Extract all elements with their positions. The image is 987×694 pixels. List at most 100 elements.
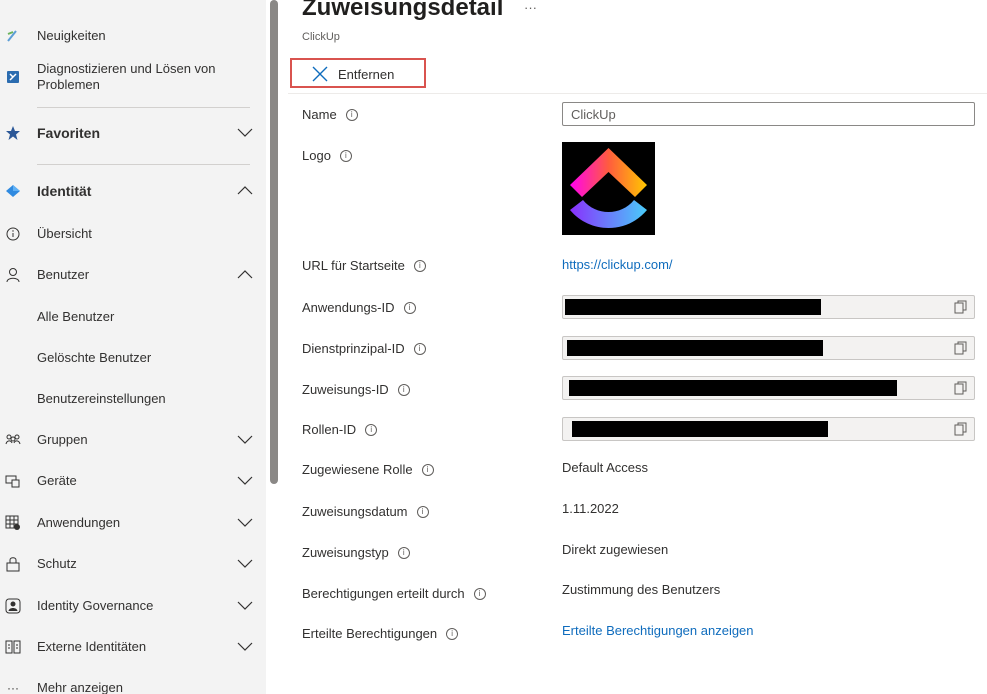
assigned-role-label-text: Zugewiesene Rolle <box>302 462 413 477</box>
assignment-id-label: Zuweisungs-ID i <box>302 382 410 397</box>
copy-icon[interactable] <box>954 341 968 355</box>
remove-button[interactable]: Entfernen <box>290 58 426 88</box>
sidebar-item-devices[interactable]: Geräte <box>0 472 266 490</box>
sidebar-item-external-identities[interactable]: Externe Identitäten <box>0 638 266 656</box>
redacted-value <box>567 340 823 356</box>
service-principal-id-label: Dienstprinzipal-ID i <box>302 341 426 356</box>
info-icon[interactable]: i <box>413 259 426 272</box>
redacted-value <box>565 299 821 315</box>
info-icon[interactable]: i <box>421 463 434 476</box>
redacted-value <box>569 380 897 396</box>
chevron-down-icon[interactable] <box>236 597 254 615</box>
assignment-date-label-text: Zuweisungsdatum <box>302 504 408 519</box>
chevron-down-icon[interactable] <box>236 514 254 532</box>
info-icon[interactable]: i <box>397 546 410 559</box>
sidebar-item-label: Geräte <box>37 473 77 488</box>
sidebar-item-label: Favoriten <box>37 125 101 141</box>
star-icon <box>4 124 22 142</box>
granted-by-label: Berechtigungen erteilt durch i <box>302 586 486 601</box>
copy-icon[interactable] <box>954 422 968 436</box>
sidebar-item-label: Anwendungen <box>37 515 121 530</box>
sidebar-item-label: Identität <box>37 183 92 199</box>
info-icon[interactable]: i <box>416 505 429 518</box>
sidebar-item-label: Diagnostizieren und Lösen von Problemen <box>37 61 216 93</box>
sidebar-item-show-more[interactable]: ··· Mehr anzeigen <box>0 679 266 694</box>
homepage-url-label: URL für Startseite i <box>302 258 426 273</box>
news-icon <box>4 27 22 45</box>
assigned-role-label: Zugewiesene Rolle i <box>302 462 434 477</box>
service-principal-id-field[interactable] <box>562 336 975 360</box>
info-icon[interactable]: i <box>365 423 378 436</box>
info-icon <box>4 225 22 243</box>
more-options-button[interactable]: ··· <box>524 0 537 15</box>
sidebar-item-label: Gruppen <box>37 432 88 447</box>
application-id-field[interactable] <box>562 295 975 319</box>
remove-button-label: Entfernen <box>338 67 395 82</box>
page-title: Zuweisungsdetail <box>302 0 504 21</box>
sidebar-item-groups[interactable]: Gruppen <box>0 431 266 449</box>
sidebar-scrollbar[interactable] <box>270 0 278 484</box>
sidebar-item-users[interactable]: Benutzer <box>0 266 266 284</box>
info-icon[interactable]: i <box>403 301 416 314</box>
homepage-url-label-text: URL für Startseite <box>302 258 405 273</box>
assignment-date-label: Zuweisungsdatum i <box>302 504 429 519</box>
assignment-id-label-text: Zuweisungs-ID <box>302 382 389 397</box>
logo-label-text: Logo <box>302 148 331 163</box>
copy-icon[interactable] <box>954 300 968 314</box>
chevron-up-icon[interactable] <box>236 266 254 284</box>
info-icon[interactable]: i <box>473 587 486 600</box>
granted-permissions-label: Erteilte Berechtigungen i <box>302 626 459 641</box>
chevron-up-icon[interactable] <box>236 182 254 200</box>
assigned-role-value: Default Access <box>562 460 648 475</box>
sidebar-item-identity-governance[interactable]: Identity Governance <box>0 597 266 615</box>
chevron-down-icon[interactable] <box>236 472 254 490</box>
assignment-id-field[interactable] <box>562 376 975 400</box>
sidebar-item-diagnose[interactable]: Diagnostizieren und Lösen von Problemen <box>0 60 266 94</box>
sidebar-item-label: Mehr anzeigen <box>37 680 123 694</box>
app-logo <box>562 142 655 235</box>
sidebar-item-identity[interactable]: Identität <box>0 182 266 200</box>
view-permissions-link[interactable]: Erteilte Berechtigungen anzeigen <box>562 623 754 638</box>
sidebar-item-deleted-users[interactable]: Gelöschte Benutzer <box>0 349 266 367</box>
name-label: Name i <box>302 107 358 122</box>
role-id-field[interactable] <box>562 417 975 441</box>
sidebar-item-label: Übersicht <box>37 226 92 241</box>
sidebar-item-label-line2: Problemen <box>37 77 100 92</box>
close-icon <box>312 66 328 82</box>
sidebar-item-user-settings[interactable]: Benutzereinstellungen <box>0 390 266 408</box>
name-field[interactable] <box>562 102 975 126</box>
info-icon[interactable]: i <box>339 149 352 162</box>
homepage-url-link[interactable]: https://clickup.com/ <box>562 257 673 272</box>
sidebar-item-label: Schutz <box>37 556 77 571</box>
sidebar-divider <box>37 164 250 165</box>
chevron-down-icon[interactable] <box>236 124 254 142</box>
sidebar-item-protection[interactable]: Schutz <box>0 555 266 573</box>
devices-icon <box>4 472 22 490</box>
copy-icon[interactable] <box>954 381 968 395</box>
application-id-label: Anwendungs-ID i <box>302 300 416 315</box>
sidebar-item-label: Identity Governance <box>37 598 154 613</box>
name-label-text: Name <box>302 107 337 122</box>
sidebar-item-favorites[interactable]: Favoriten <box>0 124 266 142</box>
sidebar-item-all-users[interactable]: Alle Benutzer <box>0 308 266 326</box>
chevron-down-icon[interactable] <box>236 638 254 656</box>
chevron-down-icon[interactable] <box>236 431 254 449</box>
sidebar-item-label: Gelöschte Benutzer <box>37 350 152 365</box>
info-icon[interactable]: i <box>397 383 410 396</box>
info-icon[interactable]: i <box>413 342 426 355</box>
chevron-down-icon[interactable] <box>236 555 254 573</box>
sidebar-item-label: Alle Benutzer <box>37 309 115 324</box>
role-id-label-text: Rollen-ID <box>302 422 357 437</box>
info-icon[interactable]: i <box>345 108 358 121</box>
application-id-label-text: Anwendungs-ID <box>302 300 395 315</box>
info-icon[interactable]: i <box>446 627 459 640</box>
service-principal-id-label-text: Dienstprinzipal-ID <box>302 341 405 356</box>
granted-by-value: Zustimmung des Benutzers <box>562 582 721 597</box>
sidebar-item-overview[interactable]: Übersicht <box>0 225 266 243</box>
sidebar-item-applications[interactable]: Anwendungen <box>0 514 266 532</box>
assignment-type-label-text: Zuweisungstyp <box>302 545 389 560</box>
sidebar-item-news[interactable]: Neuigkeiten <box>0 27 266 45</box>
sidebar-item-label-line1: Diagnostizieren und Lösen von <box>37 61 216 76</box>
external-identities-icon <box>4 638 22 656</box>
groups-icon <box>4 431 22 449</box>
